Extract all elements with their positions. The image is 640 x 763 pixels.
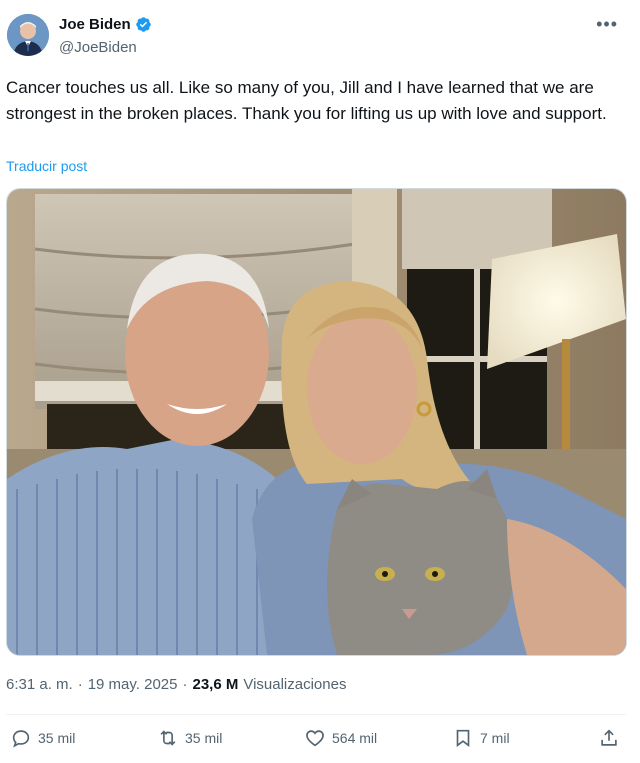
author-name-row[interactable]: Joe Biden xyxy=(59,16,152,33)
translate-post-link[interactable]: Traducir post xyxy=(6,158,87,174)
share-button[interactable] xyxy=(598,727,620,749)
meta-separator: · xyxy=(182,676,188,693)
post-time[interactable]: 6:31 a. m. xyxy=(6,676,73,693)
bookmark-count: 7 mil xyxy=(480,730,510,746)
action-bar: 35 mil 35 mil 564 mil 7 mil xyxy=(0,727,640,757)
meta-separator: · xyxy=(77,676,83,693)
author-handle[interactable]: @JoeBiden xyxy=(59,39,137,56)
reply-icon xyxy=(12,730,30,748)
repost-count: 35 mil xyxy=(185,730,223,746)
bookmark-icon xyxy=(456,729,470,747)
post-metadata: 6:31 a. m. · 19 may. 2025 · 23,6 M Visua… xyxy=(6,676,346,693)
more-options-icon[interactable]: ••• xyxy=(596,14,618,35)
views-label: Visualizaciones xyxy=(243,676,347,693)
post-photo[interactable] xyxy=(6,188,627,656)
post-date[interactable]: 19 may. 2025 xyxy=(88,676,178,693)
reply-count: 35 mil xyxy=(38,730,76,746)
repost-button[interactable]: 35 mil xyxy=(157,727,222,749)
tweet-container: Joe Biden @JoeBiden ••• Cancer touches u… xyxy=(0,0,640,763)
verified-badge-icon xyxy=(135,16,152,33)
repost-icon xyxy=(160,730,176,746)
bookmark-button[interactable]: 7 mil xyxy=(452,727,510,749)
like-button[interactable]: 564 mil xyxy=(304,727,377,749)
share-icon xyxy=(601,729,617,746)
divider xyxy=(6,714,626,715)
post-text: Cancer touches us all. Like so many of y… xyxy=(6,78,607,123)
reply-button[interactable]: 35 mil xyxy=(10,727,75,749)
like-count: 564 mil xyxy=(332,730,378,746)
author-name[interactable]: Joe Biden xyxy=(59,16,131,33)
views-count: 23,6 M xyxy=(192,676,239,693)
heart-icon xyxy=(306,730,324,747)
avatar[interactable] xyxy=(7,14,49,56)
